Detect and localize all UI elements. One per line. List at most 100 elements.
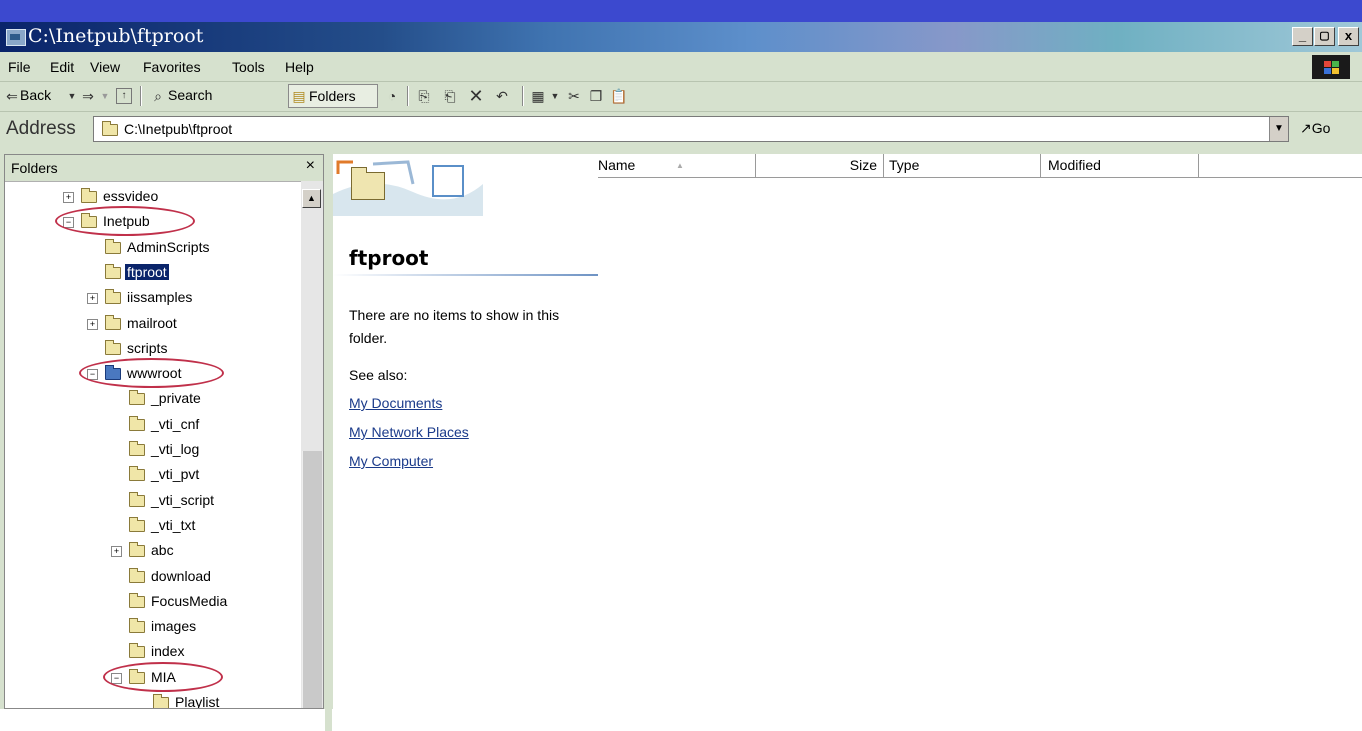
tree-item-abc[interactable]: + abc [5, 541, 300, 563]
tree-item-vti-pvt[interactable]: _vti_pvt [5, 465, 300, 487]
tree-item-vti-script[interactable]: _vti_script [5, 491, 300, 513]
views-dropdown-icon[interactable]: ▼ [547, 88, 563, 104]
history-icon[interactable]: ◔ [384, 88, 400, 104]
tree-item-ftproot[interactable]: ftproot [5, 263, 300, 285]
scroll-thumb[interactable] [302, 451, 322, 708]
undo-icon[interactable]: ↶ [494, 88, 510, 104]
folder-icon [105, 238, 121, 254]
tree-item-private[interactable]: _private [5, 389, 300, 411]
expand-icon[interactable]: + [63, 192, 74, 203]
see-also-label: See also: [349, 367, 408, 383]
web-view-title: ftproot [349, 246, 429, 270]
address-input[interactable]: C:\Inetpub\ftproot ▼ [93, 116, 1289, 142]
menu-view[interactable]: View [90, 59, 120, 75]
menu-help[interactable]: Help [285, 59, 314, 75]
tree-item-iissamples[interactable]: + iissamples [5, 288, 300, 310]
scroll-up-icon[interactable]: ▲ [302, 189, 321, 208]
folders-pane-title: Folders [11, 160, 58, 176]
forward-button-icon[interactable]: ⇒ [80, 88, 96, 104]
link-my-network-places[interactable]: My Network Places [349, 424, 469, 440]
copy-to-icon[interactable]: ⎗ [442, 88, 458, 104]
tree-item-label: _vti_log [151, 441, 200, 457]
top-border-strip [0, 0, 1362, 22]
tree-item-download[interactable]: download [5, 567, 300, 589]
menu-bar: File Edit View Favorites Tools Help [0, 53, 1362, 82]
tree-item-label: _vti_cnf [151, 415, 200, 432]
folder-icon [153, 694, 169, 708]
expand-icon[interactable]: + [87, 318, 98, 330]
back-button[interactable]: Back [20, 87, 51, 103]
content-pane: ftproot There are no items to show in th… [333, 154, 1362, 731]
folder-icon [105, 263, 121, 279]
paste-icon[interactable]: 📋 [610, 88, 627, 104]
folder-icon [105, 339, 121, 355]
tree-item-label: _vti_pvt [151, 466, 200, 483]
delete-icon[interactable]: ✕ [468, 87, 484, 105]
copy-icon[interactable]: ❐ [588, 88, 604, 104]
folders-scrollbar[interactable]: ▲ [301, 181, 323, 708]
folder-icon [81, 188, 97, 203]
folder-icon [129, 567, 145, 583]
tree-item-mailroot[interactable]: + mailroot [5, 314, 300, 336]
title-bar[interactable]: C:\Inetpub\ftproot _ ▢ x [0, 22, 1362, 52]
tree-item-playlist[interactable]: Playlist [5, 693, 300, 708]
column-header-modified[interactable]: Modified [1041, 154, 1199, 178]
address-folder-icon [102, 121, 118, 136]
column-modified-label: Modified [1048, 157, 1101, 173]
tree-item-focusmedia[interactable]: FocusMedia [5, 592, 300, 614]
column-header-size[interactable]: Size [756, 154, 884, 178]
menu-file[interactable]: File [8, 59, 31, 75]
tree-item-adminscripts[interactable]: AdminScripts [5, 238, 300, 260]
column-header-filler [1199, 154, 1362, 178]
close-button[interactable]: x [1338, 27, 1359, 46]
windows-logo-icon [1312, 55, 1350, 79]
folder-icon [129, 592, 145, 608]
annotation-highlight-oval [55, 206, 195, 237]
folder-icon [105, 314, 121, 330]
minimize-button[interactable]: _ [1292, 27, 1313, 46]
up-folder-icon[interactable]: ↑ [116, 88, 132, 104]
tree-item-inetpub[interactable]: − Inetpub [5, 206, 300, 237]
standard-toolbar: ⇐ Back ▼ ⇒ ▼ ↑ ⌕ Search ▤ Folders ◔ ⎘ ⎗ … [0, 82, 1362, 112]
folder-large-icon [351, 167, 385, 200]
link-my-documents[interactable]: My Documents [349, 395, 442, 411]
column-name-label: Name [598, 157, 636, 173]
sort-ascending-icon: ▲ [676, 161, 684, 170]
pane-splitter[interactable] [325, 154, 332, 731]
empty-folder-message: There are no items to show in this folde… [349, 307, 560, 346]
views-icon[interactable]: ▦ [530, 88, 546, 104]
back-dropdown-icon[interactable]: ▼ [64, 88, 80, 104]
folder-icon [129, 491, 145, 507]
tree-item-vti-log[interactable]: _vti_log [5, 440, 300, 462]
menu-tools[interactable]: Tools [232, 59, 265, 75]
tree-item-images[interactable]: images [5, 617, 300, 639]
expand-icon[interactable]: + [111, 546, 122, 558]
tree-item-essvideo[interactable]: + essvideo [5, 187, 300, 209]
link-my-computer[interactable]: My Computer [349, 453, 433, 469]
restore-button[interactable]: ▢ [1314, 27, 1335, 46]
tree-item-mia[interactable]: − MIA [5, 661, 300, 692]
forward-dropdown-icon[interactable]: ▼ [97, 88, 113, 104]
search-button[interactable]: Search [168, 87, 212, 103]
folder-icon [129, 415, 145, 431]
column-header-type[interactable]: Type [884, 154, 1041, 178]
tree-item-vti-txt[interactable]: _vti_txt [5, 516, 300, 538]
address-dropdown-icon[interactable]: ▼ [1269, 117, 1288, 141]
expand-icon[interactable]: + [87, 293, 98, 305]
go-button[interactable]: ↗Go [1300, 120, 1330, 137]
folders-toggle-button[interactable]: ▤ Folders [288, 84, 378, 108]
tree-item-label: ftproot [125, 263, 169, 280]
menu-favorites[interactable]: Favorites [143, 59, 201, 75]
menu-edit[interactable]: Edit [50, 59, 74, 75]
folders-pane-close-icon[interactable]: × [306, 157, 315, 175]
tree-item-label: download [151, 567, 211, 584]
tree-item-vti-cnf[interactable]: _vti_cnf [5, 415, 300, 437]
column-header-name[interactable]: Name ▲ [598, 154, 756, 178]
cut-icon[interactable]: ✂ [566, 88, 582, 104]
toolbar-separator [522, 86, 524, 106]
go-label: Go [1311, 120, 1331, 136]
move-to-icon[interactable]: ⎘ [416, 88, 432, 104]
tree-item-wwwroot[interactable]: − wwwroot [5, 358, 300, 389]
tree-item-index[interactable]: index [5, 642, 300, 664]
address-bar: Address C:\Inetpub\ftproot ▼ ↗Go [0, 112, 1362, 145]
